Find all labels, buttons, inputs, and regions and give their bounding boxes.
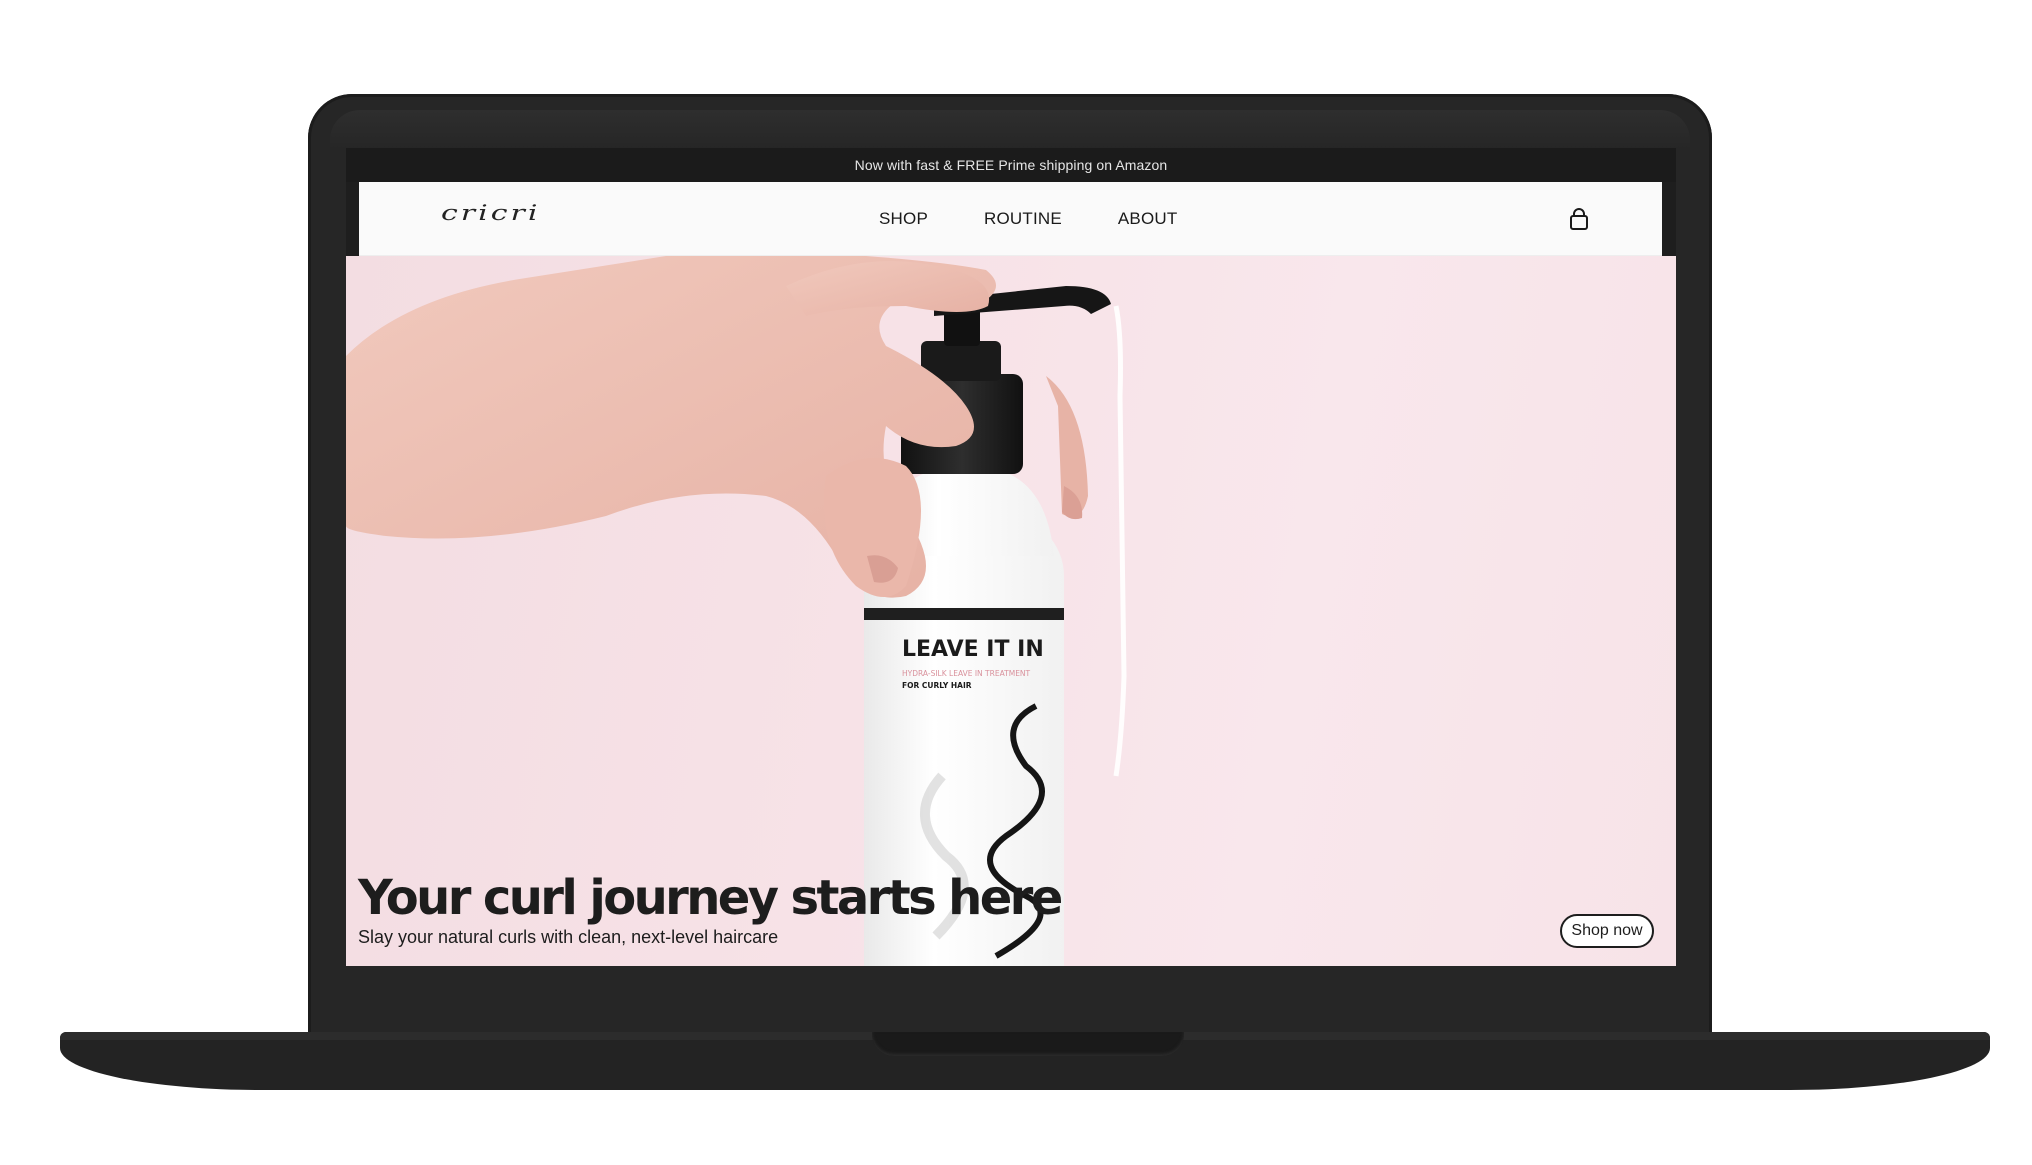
- brand-logo[interactable]: cricri: [441, 201, 540, 226]
- nav-link-shop[interactable]: SHOP: [879, 209, 928, 229]
- site-header: cricri SHOP ROUTINE ABOUT: [359, 182, 1662, 256]
- shop-now-button[interactable]: Shop now: [1560, 914, 1654, 948]
- announcement-bar: Now with fast & FREE Prime shipping on A…: [346, 148, 1676, 182]
- hero-section: LEAVE IT IN HYDRA-SILK LEAVE IN TREATMEN…: [346, 256, 1676, 966]
- hero-title: Your curl journey starts here: [358, 870, 1063, 926]
- shopping-bag-icon[interactable]: [1566, 207, 1592, 233]
- nav-link-about[interactable]: ABOUT: [1118, 209, 1178, 229]
- hero-subtitle: Slay your natural curls with clean, next…: [358, 927, 779, 947]
- laptop-hinge-notch: [872, 1032, 1184, 1056]
- product-label-line2: FOR CURLY HAIR: [902, 681, 972, 690]
- laptop-screen: Now with fast & FREE Prime shipping on A…: [346, 148, 1676, 966]
- product-label-name: LEAVE IT IN: [902, 637, 1044, 662]
- product-label-line1: HYDRA-SILK LEAVE IN TREATMENT: [902, 669, 1031, 678]
- laptop-lid-sheen: [330, 110, 1690, 150]
- main-nav: SHOP ROUTINE ABOUT: [879, 182, 1177, 256]
- nav-link-routine[interactable]: ROUTINE: [984, 209, 1062, 229]
- hero-product-image: LEAVE IT IN HYDRA-SILK LEAVE IN TREATMEN…: [346, 256, 1127, 966]
- laptop-mockup: Now with fast & FREE Prime shipping on A…: [0, 0, 2032, 1165]
